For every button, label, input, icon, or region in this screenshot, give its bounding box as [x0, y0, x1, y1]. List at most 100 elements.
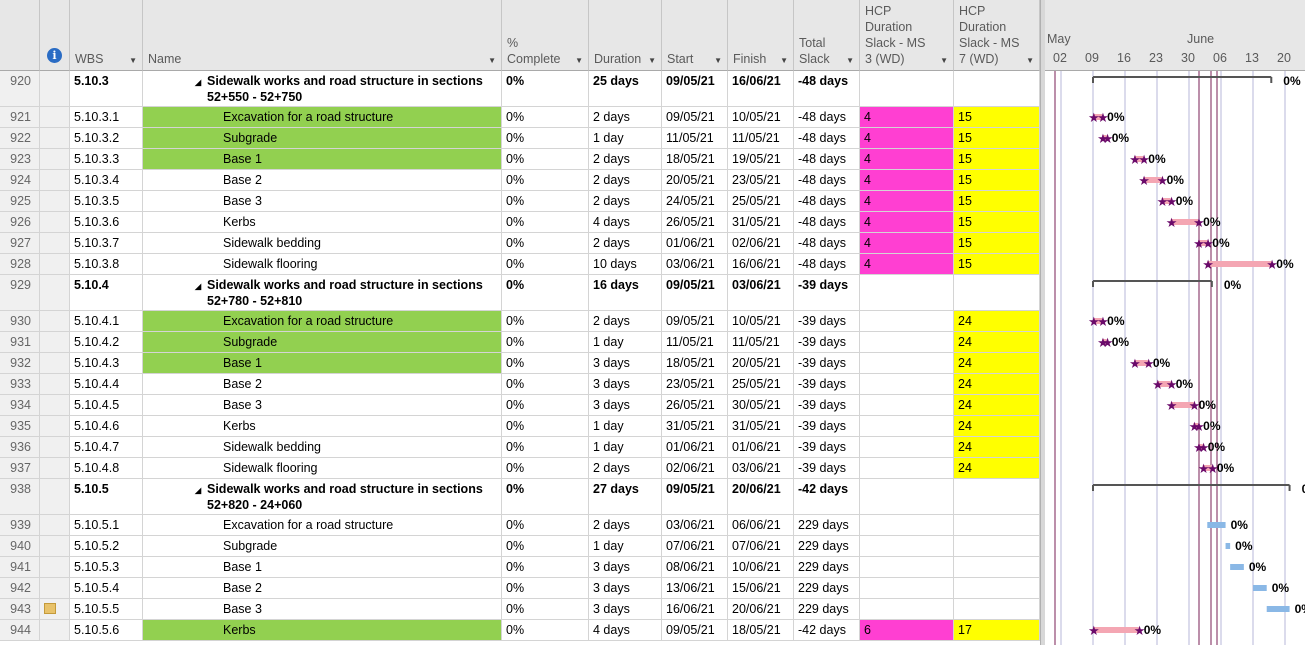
- cell-dur[interactable]: 3 days: [589, 374, 662, 395]
- cell-finish[interactable]: 02/06/21: [728, 233, 794, 254]
- cell-start[interactable]: 09/05/21: [662, 620, 728, 641]
- cell-dur[interactable]: 2 days: [589, 311, 662, 332]
- cell-start[interactable]: 03/06/21: [662, 254, 728, 275]
- col-header-hcp7[interactable]: HCP Duration Slack - MS 7 (WD) ▼: [954, 0, 1040, 71]
- row-number[interactable]: 933: [0, 374, 40, 395]
- cell-slack[interactable]: -39 days: [794, 437, 860, 458]
- cell-slack[interactable]: -48 days: [794, 107, 860, 128]
- task-name-cell[interactable]: Sidewalk flooring: [143, 458, 502, 479]
- task-name-cell[interactable]: Base 3: [143, 395, 502, 416]
- cell-slack[interactable]: -39 days: [794, 416, 860, 437]
- cell-h3[interactable]: [860, 578, 954, 599]
- row-number[interactable]: 925: [0, 191, 40, 212]
- cell-h3[interactable]: 6: [860, 620, 954, 641]
- col-header-pct[interactable]: % Complete ▼: [502, 0, 589, 71]
- row-number[interactable]: 930: [0, 311, 40, 332]
- row-number[interactable]: 944: [0, 620, 40, 641]
- cell-start[interactable]: 07/06/21: [662, 536, 728, 557]
- cell-dur[interactable]: 1 day: [589, 128, 662, 149]
- cell-start[interactable]: 23/05/21: [662, 374, 728, 395]
- cell-h3[interactable]: [860, 599, 954, 620]
- cell-start[interactable]: 20/05/21: [662, 170, 728, 191]
- cell-finish[interactable]: 20/05/21: [728, 353, 794, 374]
- cell-wbs[interactable]: 5.10.5.6: [70, 620, 143, 641]
- cell-dur[interactable]: 2 days: [589, 149, 662, 170]
- dropdown-arrow-icon[interactable]: ▼: [1026, 56, 1034, 65]
- task-bar[interactable]: [1093, 627, 1139, 633]
- cell-pct[interactable]: 0%: [502, 536, 589, 557]
- cell-pct[interactable]: 0%: [502, 170, 589, 191]
- cell-dur[interactable]: 2 days: [589, 107, 662, 128]
- cell-h3[interactable]: [860, 332, 954, 353]
- row-number[interactable]: 937: [0, 458, 40, 479]
- task-name-cell[interactable]: Kerbs: [143, 212, 502, 233]
- cell-h3[interactable]: [860, 437, 954, 458]
- cell-finish[interactable]: 25/05/21: [728, 191, 794, 212]
- col-header-rownum[interactable]: [0, 0, 40, 71]
- cell-start[interactable]: 24/05/21: [662, 191, 728, 212]
- cell-wbs[interactable]: 5.10.3.2: [70, 128, 143, 149]
- cell-pct[interactable]: 0%: [502, 479, 589, 515]
- cell-finish[interactable]: 30/05/21: [728, 395, 794, 416]
- task-name-cell[interactable]: Sidewalk flooring: [143, 254, 502, 275]
- cell-h7[interactable]: [954, 275, 1040, 311]
- cell-finish[interactable]: 11/05/21: [728, 128, 794, 149]
- cell-pct[interactable]: 0%: [502, 599, 589, 620]
- cell-h7[interactable]: 24: [954, 374, 1040, 395]
- cell-h3[interactable]: 4: [860, 212, 954, 233]
- cell-pct[interactable]: 0%: [502, 233, 589, 254]
- cell-h3[interactable]: [860, 479, 954, 515]
- cell-slack[interactable]: -39 days: [794, 311, 860, 332]
- cell-h7[interactable]: 24: [954, 416, 1040, 437]
- task-name-cell[interactable]: Subgrade: [143, 536, 502, 557]
- row-number[interactable]: 940: [0, 536, 40, 557]
- task-name-cell[interactable]: ◢ Sidewalk works and road structure in se…: [143, 275, 502, 311]
- cell-slack[interactable]: 229 days: [794, 515, 860, 536]
- row-number[interactable]: 942: [0, 578, 40, 599]
- cell-start[interactable]: 16/06/21: [662, 599, 728, 620]
- cell-h7[interactable]: 15: [954, 107, 1040, 128]
- cell-h3[interactable]: [860, 416, 954, 437]
- cell-start[interactable]: 18/05/21: [662, 353, 728, 374]
- task-name-cell[interactable]: Subgrade: [143, 128, 502, 149]
- row-number[interactable]: 941: [0, 557, 40, 578]
- cell-h7[interactable]: [954, 557, 1040, 578]
- cell-start[interactable]: 03/06/21: [662, 515, 728, 536]
- cell-h3[interactable]: [860, 536, 954, 557]
- cell-h7[interactable]: 15: [954, 128, 1040, 149]
- cell-start[interactable]: 09/05/21: [662, 275, 728, 311]
- cell-dur[interactable]: 3 days: [589, 557, 662, 578]
- cell-slack[interactable]: 229 days: [794, 578, 860, 599]
- task-bar[interactable]: [1207, 522, 1226, 528]
- cell-h3[interactable]: [860, 458, 954, 479]
- cell-h3[interactable]: 4: [860, 107, 954, 128]
- dropdown-arrow-icon[interactable]: ▼: [648, 56, 656, 65]
- cell-wbs[interactable]: 5.10.5.4: [70, 578, 143, 599]
- task-name-cell[interactable]: Base 1: [143, 149, 502, 170]
- cell-finish[interactable]: 11/05/21: [728, 332, 794, 353]
- task-name-cell[interactable]: Excavation for a road structure: [143, 515, 502, 536]
- cell-h7[interactable]: 15: [954, 254, 1040, 275]
- cell-pct[interactable]: 0%: [502, 332, 589, 353]
- cell-h7[interactable]: 24: [954, 395, 1040, 416]
- dropdown-arrow-icon[interactable]: ▼: [714, 56, 722, 65]
- cell-h7[interactable]: 15: [954, 233, 1040, 254]
- cell-dur[interactable]: 1 day: [589, 416, 662, 437]
- col-header-hcp3[interactable]: HCP Duration Slack - MS 3 (WD) ▼: [860, 0, 954, 71]
- col-header-duration[interactable]: Duration ▼: [589, 0, 662, 71]
- task-name-cell[interactable]: Sidewalk bedding: [143, 437, 502, 458]
- cell-h3[interactable]: [860, 515, 954, 536]
- task-bar[interactable]: [1207, 261, 1272, 267]
- collapse-triangle-icon[interactable]: ◢: [195, 483, 201, 499]
- cell-slack[interactable]: -48 days: [794, 254, 860, 275]
- cell-pct[interactable]: 0%: [502, 578, 589, 599]
- row-number[interactable]: 924: [0, 170, 40, 191]
- cell-pct[interactable]: 0%: [502, 128, 589, 149]
- cell-dur[interactable]: 1 day: [589, 536, 662, 557]
- cell-wbs[interactable]: 5.10.4.1: [70, 311, 143, 332]
- col-header-slack[interactable]: Total Slack ▼: [794, 0, 860, 71]
- cell-start[interactable]: 11/05/21: [662, 332, 728, 353]
- cell-finish[interactable]: 07/06/21: [728, 536, 794, 557]
- cell-dur[interactable]: 1 day: [589, 437, 662, 458]
- row-number[interactable]: 928: [0, 254, 40, 275]
